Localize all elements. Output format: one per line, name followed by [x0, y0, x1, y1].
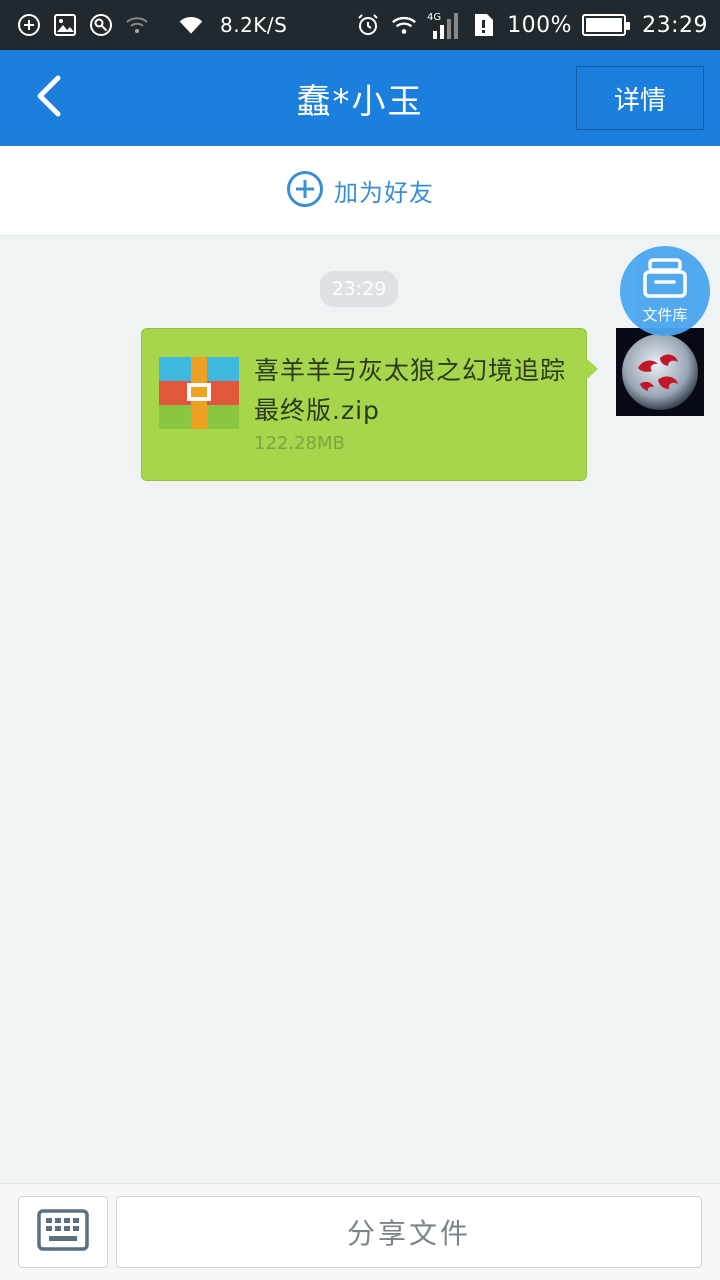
file-cabinet-icon	[642, 257, 688, 302]
back-arrow-icon	[34, 74, 64, 122]
avatar[interactable]	[616, 328, 704, 416]
net-speed: 8.2K/S	[220, 13, 288, 37]
sim-icon	[471, 12, 497, 38]
status-bar-right: 4G 100% 23:29	[355, 12, 708, 39]
status-time: 23:29	[642, 12, 708, 38]
status-bar: 8.2K/S 4G 100% 23:29	[0, 0, 720, 50]
file-library-button[interactable]: 文件库	[620, 246, 710, 336]
battery-icon	[582, 14, 631, 36]
keyboard-icon	[37, 1209, 89, 1255]
plus-circle-icon	[286, 170, 324, 212]
keyboard-button[interactable]	[18, 1196, 108, 1268]
wifi-icon	[178, 12, 204, 38]
file-size: 122.28MB	[254, 433, 345, 454]
page-title: 蠢*小玉	[296, 81, 424, 122]
bottom-bar: 分享文件	[0, 1183, 720, 1280]
back-button[interactable]	[24, 72, 74, 124]
chat-header: 蠢*小玉 详情	[0, 50, 720, 146]
vpn-icon	[88, 12, 114, 38]
file-library-label: 文件库	[642, 305, 688, 324]
details-button[interactable]: 详情	[576, 66, 704, 130]
signal-icon: 4G	[427, 12, 461, 39]
network-type-label: 4G	[427, 12, 441, 23]
file-name: 喜羊羊与灰太狼之幻境追踪最终版.zip	[254, 356, 567, 425]
add-friend-label: 加为好友	[334, 179, 434, 207]
bubble-tail	[586, 358, 598, 380]
message-timestamp: 23:29	[320, 271, 398, 307]
image-icon	[52, 12, 78, 38]
add-circle-icon	[16, 12, 42, 38]
zip-archive-icon	[159, 357, 239, 429]
status-bar-left: 8.2K/S	[16, 12, 287, 38]
alarm-icon	[355, 12, 381, 38]
share-file-button[interactable]: 分享文件	[116, 1196, 702, 1268]
wifi-icon	[391, 12, 417, 38]
add-friend-button[interactable]: 加为好友	[0, 146, 720, 236]
battery-percent: 100%	[507, 12, 573, 38]
file-message-bubble[interactable]: 喜羊羊与灰太狼之幻境追踪最终版.zip 122.28MB	[141, 328, 587, 481]
wifi-weak-icon	[124, 12, 150, 38]
